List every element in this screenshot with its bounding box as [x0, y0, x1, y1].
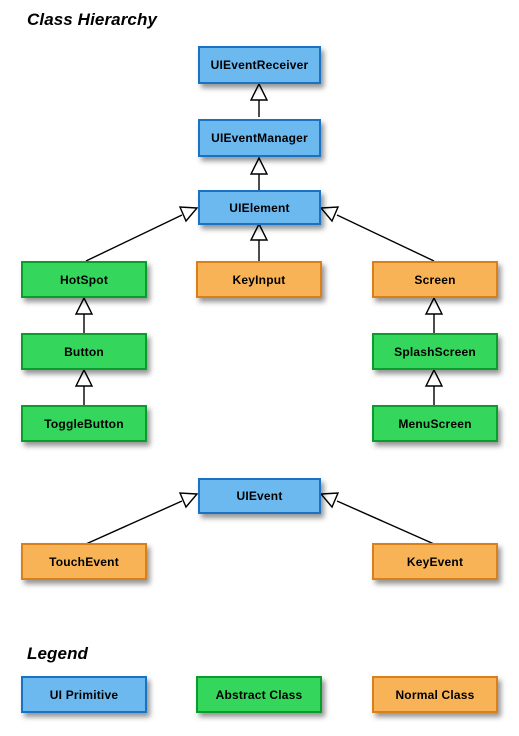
class-node-keyinput[interactable]: KeyInput: [196, 261, 322, 298]
class-node-uielement[interactable]: UIElement: [198, 190, 321, 225]
class-node-label: TouchEvent: [49, 554, 119, 569]
edge-keyevent-uievent: [336, 500, 435, 545]
class-node-screen[interactable]: Screen: [372, 261, 498, 298]
legend-item-label: Normal Class: [395, 687, 475, 702]
arrowhead-button: [74, 368, 94, 387]
class-node-label: UIEventManager: [211, 131, 308, 145]
edge-hotspot-uielement: [85, 214, 183, 262]
legend-item-label: UI Primitive: [49, 687, 119, 702]
class-hierarchy-diagram: Class Hierarchy UIEventReceiver UIEventM…: [0, 0, 519, 736]
class-node-label: UIEvent: [236, 489, 283, 503]
arrowhead-uieventmanager: [249, 156, 269, 175]
legend-title: Legend: [27, 644, 89, 663]
class-node-label: HotSpot: [59, 272, 109, 287]
class-node-uieventmanager[interactable]: UIEventManager: [198, 119, 321, 157]
edge-touchevent-uievent: [85, 500, 183, 545]
class-node-splashscreen[interactable]: SplashScreen: [372, 333, 498, 370]
class-node-label: UIEventReceiver: [210, 58, 309, 72]
legend-item-abstract-class[interactable]: Abstract Class: [196, 676, 322, 713]
arrowhead-uievent-right: [319, 492, 340, 509]
edge-screen-uielement: [336, 214, 435, 262]
arrowhead-uieventreceiver: [249, 82, 269, 101]
class-node-togglebutton[interactable]: ToggleButton: [21, 405, 147, 442]
class-node-label: KeyEvent: [406, 554, 464, 569]
arrowhead-uielement-bottom: [249, 222, 269, 241]
arrowhead-splashscreen: [424, 368, 444, 387]
arrowhead-hotspot: [74, 296, 94, 315]
legend-item-normal-class[interactable]: Normal Class: [372, 676, 498, 713]
class-node-uievent[interactable]: UIEvent: [198, 478, 321, 514]
class-node-menuscreen[interactable]: MenuScreen: [372, 405, 498, 442]
class-node-hotspot[interactable]: HotSpot: [21, 261, 147, 298]
class-node-label: MenuScreen: [398, 416, 472, 431]
class-node-label: UIElement: [229, 200, 290, 215]
arrowhead-uielement-right: [319, 206, 340, 223]
class-node-label: SplashScreen: [394, 344, 476, 359]
legend-item-label: Abstract Class: [215, 687, 303, 702]
legend-item-ui-primitive[interactable]: UI Primitive: [21, 676, 147, 713]
class-node-keyevent[interactable]: KeyEvent: [372, 543, 498, 580]
arrowhead-uielement-left: [178, 206, 199, 223]
class-node-label: ToggleButton: [44, 416, 124, 431]
arrowhead-uievent-left: [178, 492, 199, 509]
class-node-touchevent[interactable]: TouchEvent: [21, 543, 147, 580]
class-node-label: Screen: [414, 272, 456, 287]
class-node-uieventreceiver[interactable]: UIEventReceiver: [198, 46, 321, 84]
class-node-button[interactable]: Button: [21, 333, 147, 370]
class-node-label: Button: [64, 344, 104, 359]
arrowhead-screen: [424, 296, 444, 315]
page-title: Class Hierarchy: [27, 10, 158, 29]
class-node-label: KeyInput: [232, 272, 286, 287]
